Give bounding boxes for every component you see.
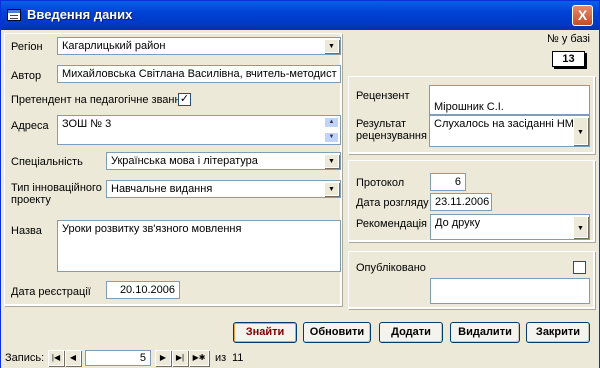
previous-record-icon[interactable]: ◀ — [65, 350, 81, 366]
protocol-panel: Протокол 6 Дата розгляду 23.11.2006 Реко… — [348, 160, 595, 242]
close-window-button[interactable]: X — [572, 5, 593, 26]
db-count-label: № у базі — [547, 33, 590, 45]
review-date-field[interactable]: 23.11.2006 — [430, 193, 492, 211]
delete-button[interactable]: Видалити — [450, 322, 520, 343]
review-result-label: Результат рецензування — [356, 118, 427, 142]
next-record-icon[interactable]: ▶ — [155, 350, 171, 366]
review-date-label: Дата розгляду — [356, 197, 429, 209]
recommendation-combo[interactable]: До друку ▼ — [430, 214, 590, 240]
pretender-checkbox[interactable]: ✓ — [178, 93, 191, 106]
title-bar[interactable]: Введення даних X — [1, 1, 599, 30]
pretender-label: Претендент на педагогічне звання — [11, 94, 187, 106]
chevron-down-icon[interactable]: ▼ — [573, 216, 588, 238]
scroll-up-icon[interactable]: ▲ — [324, 117, 339, 128]
review-date-value: 23.11.2006 — [435, 196, 490, 208]
reviewer-field[interactable]: Мірошник С.І. Рогова В.Б. — [429, 85, 590, 115]
registration-date-value: 20.10.2006 — [119, 284, 175, 296]
window-title: Введення даних — [27, 7, 133, 22]
chevron-down-icon[interactable]: ▼ — [324, 39, 339, 53]
protocol-value: 6 — [454, 176, 461, 188]
published-details-field[interactable] — [430, 278, 590, 304]
main-info-panel: Регіон Кагарлицький район ▼ Автор Михайл… — [4, 33, 342, 306]
protocol-label: Протокол — [356, 177, 405, 189]
title-label: Назва — [11, 225, 42, 237]
author-value: Михайловська Світлана Василівна, вчитель… — [62, 68, 337, 80]
of-label: из — [215, 352, 227, 364]
published-checkbox[interactable] — [573, 261, 586, 274]
db-count-field: 13 — [552, 51, 585, 67]
region-combo[interactable]: Кагарлицький район ▼ — [57, 37, 341, 55]
author-field[interactable]: Михайловська Світлана Василівна, вчитель… — [57, 65, 341, 83]
innovation-type-label: Тип інноваційного проекту — [11, 182, 102, 206]
recommendation-value: До друку — [435, 217, 481, 229]
chevron-down-icon[interactable]: ▼ — [324, 182, 339, 196]
innovation-type-value: Навчальне видання — [111, 183, 213, 195]
scroll-down-icon[interactable]: ▼ — [324, 132, 339, 143]
close-button[interactable]: Закрити — [526, 322, 590, 343]
chevron-down-icon[interactable]: ▼ — [324, 154, 339, 168]
total-records: 11 — [232, 352, 244, 364]
first-record-icon[interactable]: |◀ — [48, 350, 64, 366]
title-value: Уроки розвитку зв'язного мовлення — [62, 223, 242, 235]
record-label: Запись: — [5, 352, 45, 364]
add-button[interactable]: Додати — [379, 322, 443, 343]
find-button[interactable]: Знайти — [233, 322, 297, 343]
protocol-field[interactable]: 6 — [430, 173, 466, 191]
region-value: Кагарлицький район — [62, 40, 166, 52]
form-icon — [7, 9, 21, 21]
innovation-type-combo[interactable]: Навчальне видання ▼ — [106, 180, 341, 198]
current-record-field[interactable]: 5 — [85, 350, 151, 366]
record-navigation-bar: Запись: |◀ ◀ 5 ▶ ▶| ▶✱ из 11 — [1, 348, 599, 368]
reviewer-label: Рецензент — [356, 90, 410, 102]
review-result-value: Слухалось на засіданні НМР — [434, 118, 582, 130]
address-field[interactable]: ЗОШ № 3 ▲ ▼ — [57, 115, 341, 145]
specialty-value: Українська мова і література — [111, 155, 258, 167]
reviewer-value: Мірошник С.І. Рогова В.Б. — [434, 101, 504, 113]
data-entry-window: Введення даних X Регіон Кагарлицький рай… — [0, 0, 600, 368]
recommendation-label: Рекомендація — [356, 218, 428, 230]
specialty-combo[interactable]: Українська мова і література ▼ — [106, 152, 341, 170]
published-label: Опубліковано — [356, 262, 426, 274]
last-record-icon[interactable]: ▶| — [172, 350, 188, 366]
region-label: Регіон — [11, 41, 43, 53]
new-record-icon[interactable]: ▶✱ — [189, 350, 209, 366]
registration-date-field[interactable]: 20.10.2006 — [106, 281, 180, 299]
title-field[interactable]: Уроки розвитку зв'язного мовлення — [57, 220, 341, 272]
author-label: Автор — [11, 70, 42, 82]
registration-date-label: Дата реєстрації — [11, 286, 91, 298]
specialty-label: Спеціальність — [11, 156, 83, 168]
address-value: ЗОШ № 3 — [62, 118, 112, 130]
address-scrollbar[interactable]: ▲ ▼ — [324, 117, 339, 143]
db-count-value: 13 — [562, 53, 575, 65]
refresh-button[interactable]: Обновити — [303, 322, 371, 343]
address-label: Адреса — [11, 120, 49, 132]
published-panel: Опубліковано — [348, 251, 595, 309]
review-panel: Рецензент Мірошник С.І. Рогова В.Б. Резу… — [348, 76, 595, 154]
chevron-down-icon[interactable]: ▼ — [573, 117, 588, 145]
review-result-combo[interactable]: Слухалось на засіданні НМР ▼ — [429, 115, 590, 147]
